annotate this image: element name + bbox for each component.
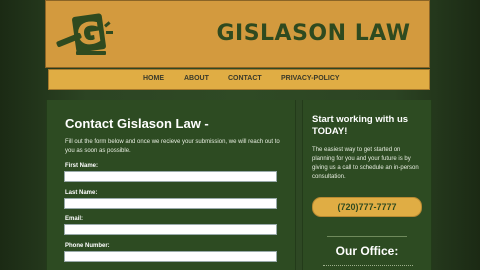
first-name-input[interactable] xyxy=(64,171,277,182)
sidebar-heading: Start working with us TODAY! xyxy=(312,114,409,137)
last-name-label: Last Name: xyxy=(65,190,98,196)
sidebar-panel: Start working with us TODAY! The easiest… xyxy=(302,100,432,270)
nav-contact[interactable]: CONTACT xyxy=(228,75,262,82)
main-nav: HOME ABOUT CONTACT PRIVACY-POLICY xyxy=(48,69,430,90)
nav-privacy-policy[interactable]: PRIVACY-POLICY xyxy=(281,75,340,82)
last-name-input[interactable] xyxy=(64,198,277,209)
sidebar-divider xyxy=(327,236,407,237)
email-input[interactable] xyxy=(64,224,277,235)
sidebar-description: The easiest way to get started on planni… xyxy=(312,147,419,180)
email-label: Email: xyxy=(65,216,84,222)
site-title: GISLASON LAW xyxy=(216,21,411,46)
nav-about[interactable]: ABOUT xyxy=(184,75,209,82)
phone-number-input[interactable] xyxy=(64,251,277,262)
site-header: G GISLASON LAW xyxy=(45,0,430,68)
page-title: Contact Gislason Law - xyxy=(65,116,209,131)
first-name-label: First Name: xyxy=(65,163,99,169)
call-phone-button[interactable]: (720)777-7777 xyxy=(312,197,422,217)
gavel-logo-icon[interactable]: G xyxy=(54,9,120,61)
office-heading: Our Office: xyxy=(335,244,399,258)
contact-panel: Contact Gislason Law - Fill out the form… xyxy=(46,100,296,270)
phone-number-label: Phone Number: xyxy=(65,243,110,249)
office-details-divider xyxy=(323,265,413,268)
contact-intro: Fill out the form below and once we reci… xyxy=(65,139,280,154)
nav-home[interactable]: HOME xyxy=(143,75,164,82)
